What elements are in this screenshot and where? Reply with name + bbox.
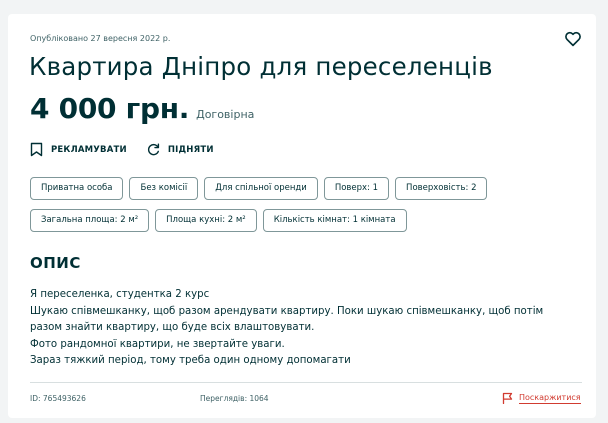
description-line: Зараз тяжкий період, тому треба один одн…	[30, 355, 351, 367]
description-line: Я переселенка, студентка 2 курс	[30, 289, 210, 300]
description-line: Фото рандомної квартири, не звертайте ув…	[30, 338, 285, 350]
report-label: Поскаржитися	[519, 392, 581, 404]
footer-divider	[30, 382, 582, 383]
tag-floors-total[interactable]: Поверховість: 2	[395, 177, 488, 200]
price: 4 000 грн.	[30, 92, 190, 125]
tag-floor[interactable]: Поверх: 1	[323, 177, 390, 200]
description-heading: ОПИС	[30, 254, 81, 272]
ad-actions: РЕКЛАМУВАТИ ПІДНЯТИ	[30, 142, 214, 157]
price-row: 4 000 грн. Договірна	[30, 92, 254, 125]
raise-label: ПІДНЯТИ	[167, 144, 214, 155]
view-count: Переглядів: 1064	[200, 394, 269, 403]
description-text: Я переселенка, студентка 2 курс Шукаю сп…	[30, 287, 590, 370]
refresh-icon	[147, 143, 159, 156]
bookmark-icon	[30, 142, 43, 157]
ad-parameters: Приватна особа Без комісії Для спільної …	[30, 177, 590, 232]
published-date: Опубліковано 27 вересня 2022 р.	[30, 34, 171, 43]
tag-private-person[interactable]: Приватна особа	[30, 177, 124, 200]
tag-shared-rent[interactable]: Для спільної оренди	[204, 177, 318, 200]
favorite-button[interactable]	[564, 30, 582, 48]
heart-outline-icon	[565, 31, 581, 47]
tag-no-commission[interactable]: Без комісії	[129, 177, 199, 200]
negotiable-label: Договірна	[196, 108, 255, 121]
raise-button[interactable]: ПІДНЯТИ	[147, 143, 214, 156]
tag-rooms[interactable]: Кількість кімнат: 1 кімната	[262, 209, 407, 232]
report-button[interactable]: Поскаржитися	[502, 392, 581, 404]
description-line: разом знайти квартиру, що буде всіх влаш…	[30, 322, 315, 334]
description-line: Шукаю співмешканку, щоб разом арендувати…	[30, 305, 544, 317]
ad-id: ID: 765493626	[30, 394, 86, 403]
advertise-button[interactable]: РЕКЛАМУВАТИ	[30, 142, 127, 157]
tag-kitchen-area[interactable]: Площа кухні: 2 м²	[155, 209, 257, 232]
tag-total-area[interactable]: Загальна площа: 2 м²	[30, 209, 150, 232]
ad-title: Квартира Дніпро для переселенців	[29, 52, 493, 81]
ad-card: Опубліковано 27 вересня 2022 р. Квартира…	[8, 14, 596, 418]
flag-icon	[502, 392, 513, 404]
advertise-label: РЕКЛАМУВАТИ	[51, 144, 127, 155]
